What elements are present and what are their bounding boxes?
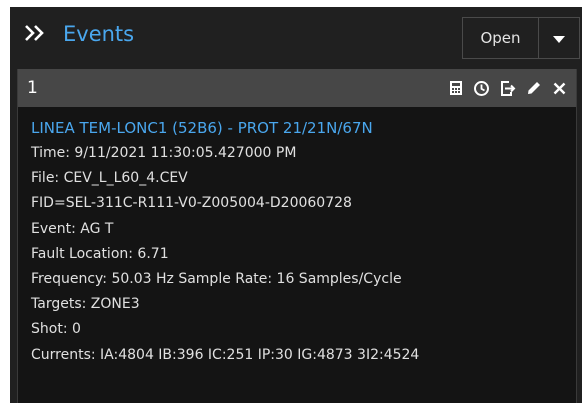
clock-icon[interactable] xyxy=(471,78,492,99)
event-shot: Shot: 0 xyxy=(31,321,81,338)
open-button[interactable]: Open xyxy=(463,18,539,58)
event-targets: Targets: ZONE3 xyxy=(31,296,140,313)
event-card-body: LINEA TEM-LONC1 (52B6) - PROT 21/21N/67N… xyxy=(31,116,570,368)
event-card: 1 LINEA TEM-LONC1 (52B6) - PROT 21/21N/6… xyxy=(17,69,577,403)
edit-pencil-icon[interactable] xyxy=(523,78,544,99)
event-fid: FID=SEL-311C-R111-V0-Z005004-D20060728 xyxy=(31,195,352,212)
event-fault-location: Fault Location: 6.71 xyxy=(31,245,169,262)
caret-down-icon xyxy=(553,29,565,48)
event-type: Event: AG T xyxy=(31,220,114,237)
event-title[interactable]: LINEA TEM-LONC1 (52B6) - PROT 21/21N/67N xyxy=(31,116,570,141)
event-card-header: 1 xyxy=(18,69,576,107)
events-panel: Events Open 1 LINEA TEM-LONC1 (52B6) - P… xyxy=(10,7,582,403)
close-icon[interactable] xyxy=(549,78,570,99)
event-card-number: 1 xyxy=(27,78,38,98)
event-time: Time: 9/11/2021 11:30:05.427000 PM xyxy=(31,145,297,161)
double-chevron-right-icon[interactable] xyxy=(23,20,47,53)
event-frequency: Frequency: 50.03 Hz Sample Rate: 16 Samp… xyxy=(31,271,402,288)
calculator-icon[interactable] xyxy=(445,78,466,99)
open-button-group: Open xyxy=(462,17,580,59)
event-file: File: CEV_L_L60_4.CEV xyxy=(31,170,188,187)
panel-title: Events xyxy=(63,22,135,46)
events-header: Events Open xyxy=(10,7,582,67)
open-dropdown-button[interactable] xyxy=(539,18,579,58)
event-card-actions xyxy=(445,76,570,100)
event-currents: Currents: IA:4804 IB:396 IC:251 IP:30 IG… xyxy=(31,346,420,363)
export-icon[interactable] xyxy=(497,78,518,99)
